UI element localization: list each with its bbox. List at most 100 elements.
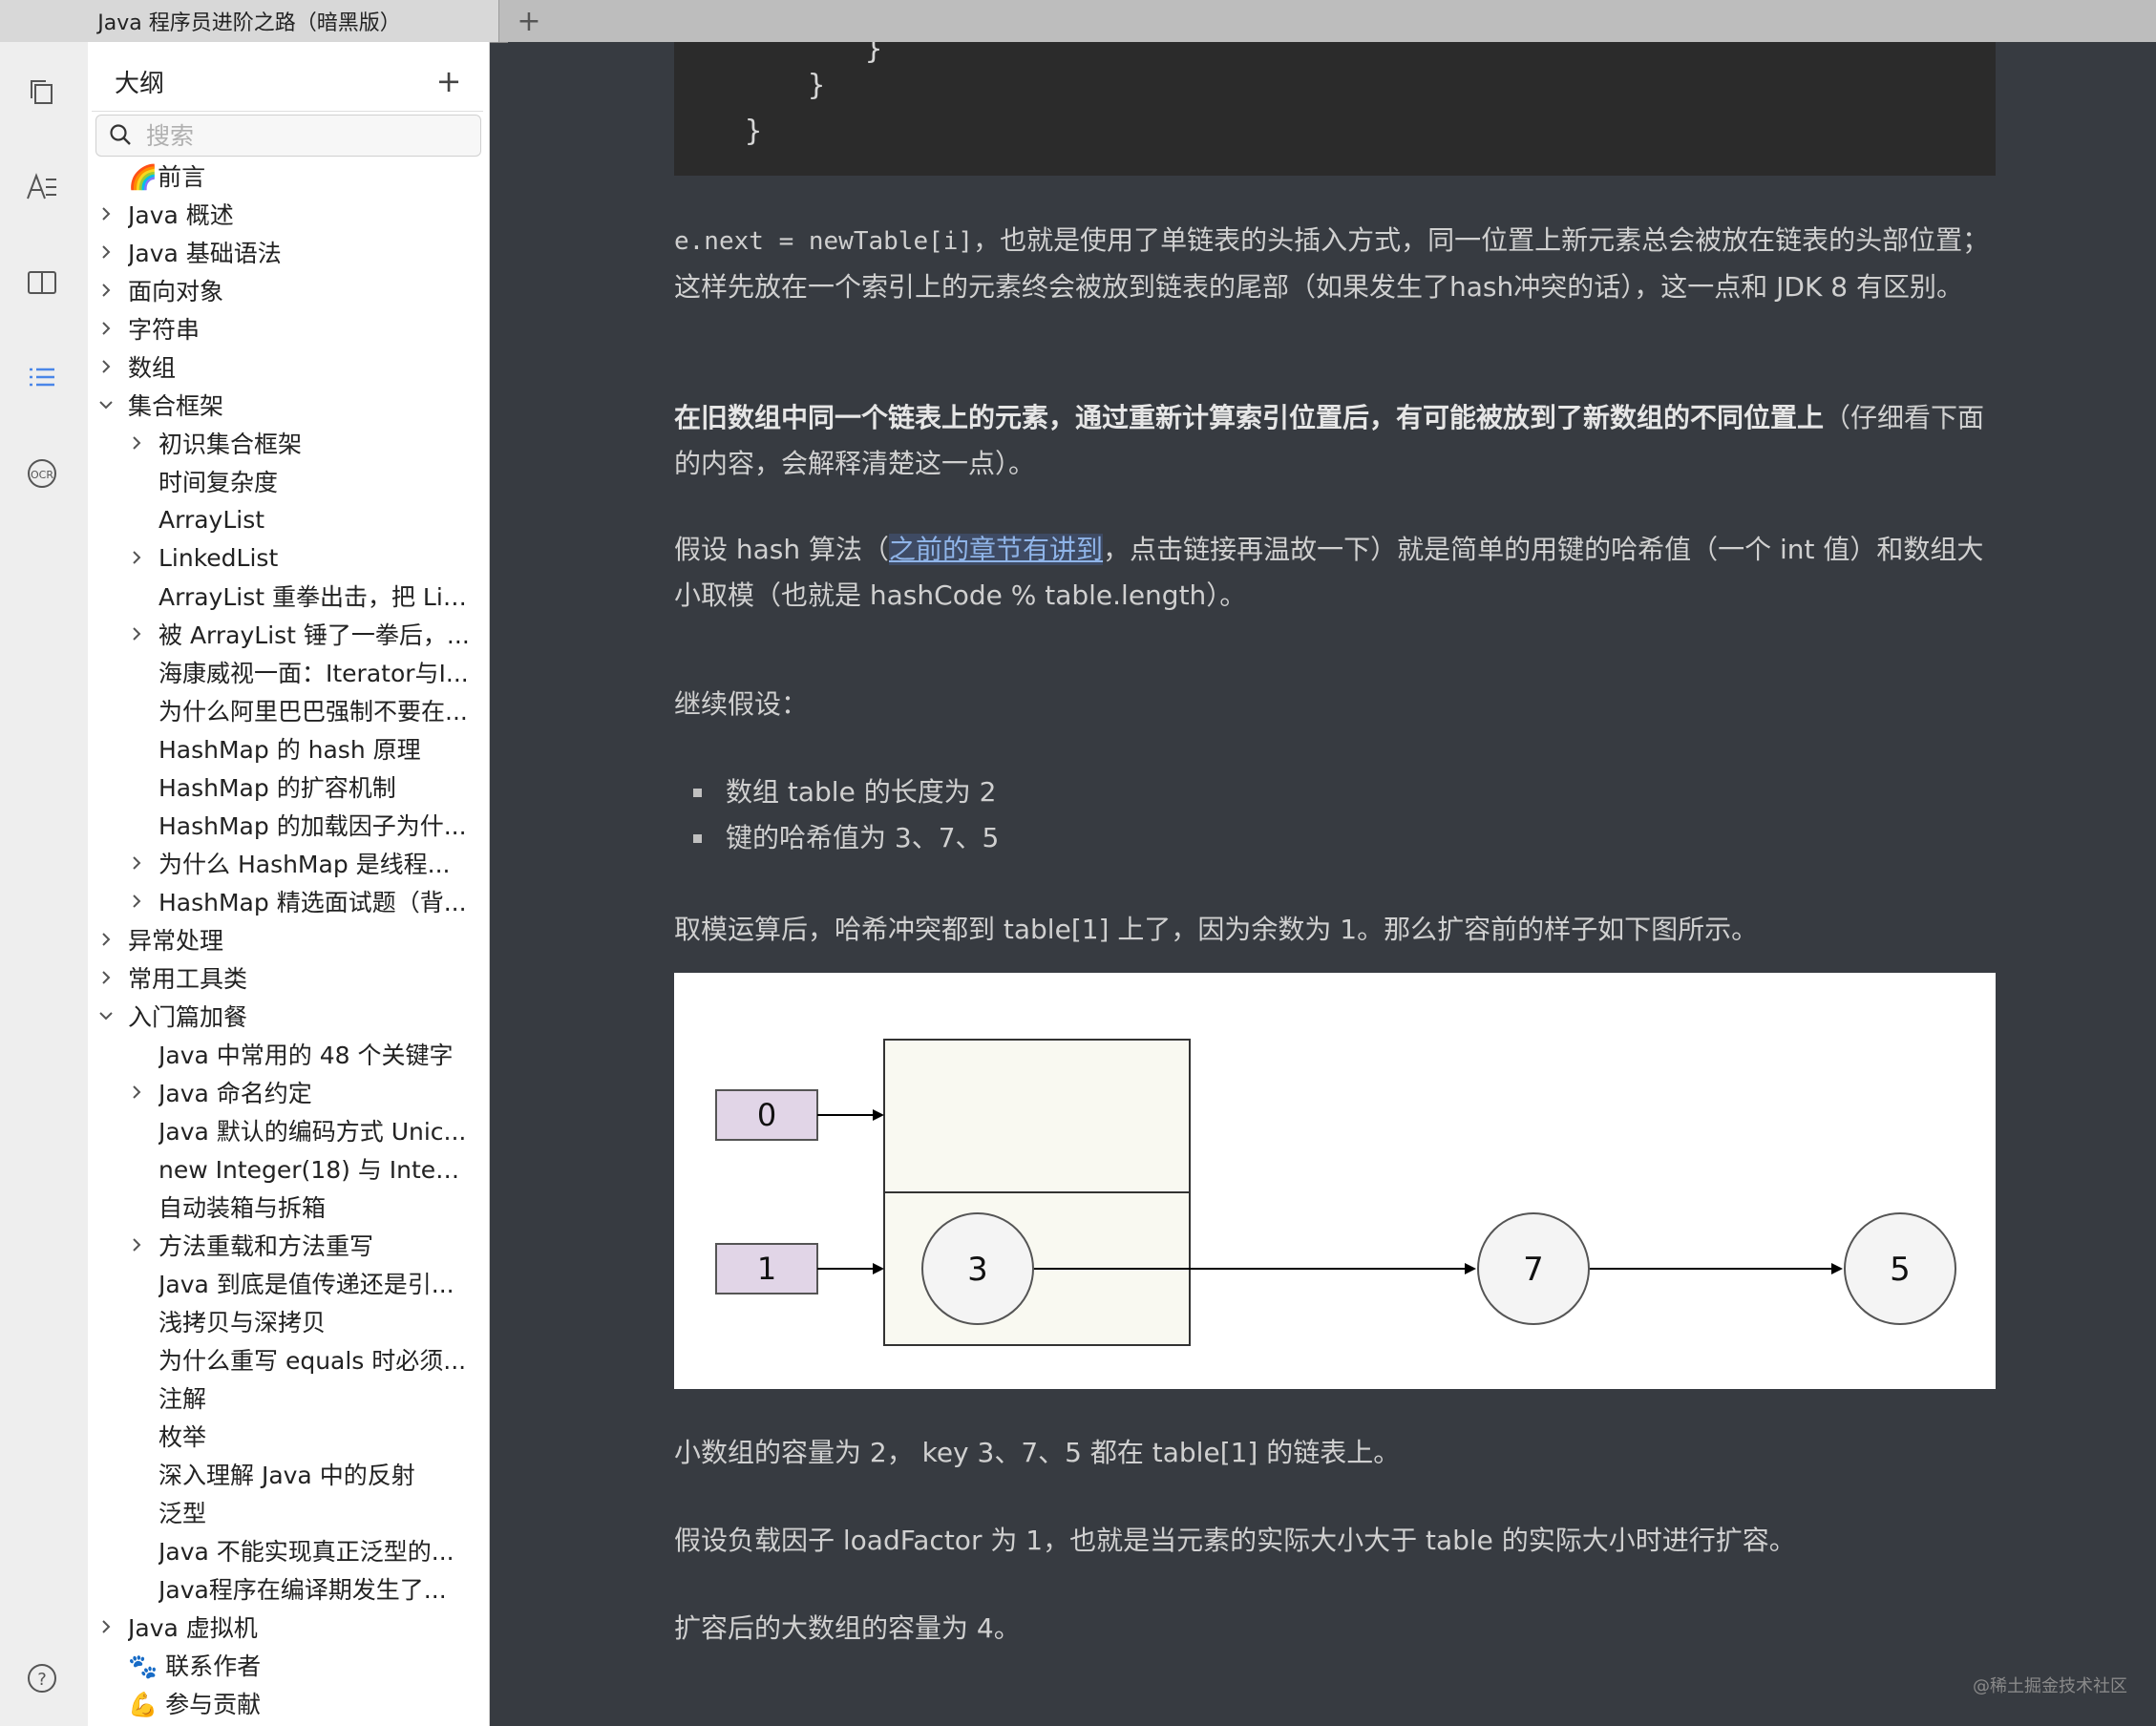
outline-item-label: 初识集合框架 [159,431,303,458]
outline-item[interactable]: 🌈前言 [88,157,489,195]
outline-item[interactable]: 方法重载和方法重写 [88,1226,489,1264]
font-icon[interactable] [19,164,65,210]
chevron-right-icon[interactable] [126,852,147,874]
outline-item[interactable]: Java 中常用的 48 个关键字 [88,1035,489,1073]
paragraph: 假设负载因子 loadFactor 为 1，也就是当元素的实际大小大于 tabl… [674,1525,1796,1556]
code-block: } } } [674,42,1996,176]
chevron-right-icon[interactable] [126,623,147,644]
new-tab-button[interactable]: + [506,4,552,38]
outline-item[interactable]: Java 不能实现真正泛型的... [88,1531,489,1569]
outline-item[interactable]: 自动装箱与拆箱 [88,1188,489,1226]
outline-item[interactable]: 浅拷贝与深拷贝 [88,1302,489,1340]
node-label: 3 [967,1251,988,1289]
chevron-right-icon[interactable] [95,1616,116,1637]
outline-item-label: 🌈前言 [128,163,206,191]
chevron-right-icon[interactable] [126,1234,147,1255]
chevron-down-icon[interactable] [95,1005,116,1026]
outline-item-label: 🐾 联系作者 [128,1652,262,1680]
outline-item[interactable]: new Integer(18) 与 Integer... [88,1149,489,1188]
outline-item-label: Java 命名约定 [159,1080,312,1107]
outline-item-label: HashMap 的加载因子为什... [159,812,467,840]
outline-item[interactable]: 时间复杂度 [88,462,489,500]
paragraph-text: 假设 hash 算法（ [674,534,890,565]
outline-item[interactable]: ArrayList 重拳出击，把 Lin... [88,577,489,615]
help-icon[interactable]: ? [19,1655,65,1701]
outline-item[interactable]: 字符串 [88,309,489,347]
ocr-icon[interactable]: OCR [19,451,65,496]
outline-item-label: ArrayList [159,505,265,534]
ocr-label: OCR [31,469,53,481]
paragraph: e.next = newTable[i]，也就是使用了单链表的头插入方式，同一位… [674,218,1996,310]
tab-document[interactable]: Java 程序员进阶之路（暗黑版） [0,0,499,42]
outline-item[interactable]: HashMap 的扩容机制 [88,768,489,806]
outline-item[interactable]: 入门篇加餐 [88,997,489,1035]
chevron-right-icon[interactable] [95,929,116,950]
outline-item[interactable]: HashMap 精选面试题（背... [88,882,489,920]
outline-item-label: 为什么重写 equals 时必须... [159,1347,467,1375]
outline-item[interactable]: 海康威视一面：Iterator与I... [88,653,489,691]
tab-bar: Java 程序员进阶之路（暗黑版） + [0,0,2156,43]
outline-item[interactable]: 💪 参与贡献 [88,1684,489,1722]
outline-item[interactable]: ArrayList [88,500,489,538]
outline-item[interactable]: 注解 [88,1379,489,1417]
outline-item-label: 海康威视一面：Iterator与I... [159,660,469,687]
outline-item-label: Java 虚拟机 [128,1614,258,1642]
outline-item[interactable]: Java 到底是值传递还是引... [88,1264,489,1302]
book-icon[interactable] [19,260,65,305]
chevron-down-icon[interactable] [95,394,116,415]
outline-add-button[interactable]: + [430,63,468,99]
outline-item-label: 浅拷贝与深拷贝 [159,1309,327,1337]
outline-item[interactable]: 为什么阿里巴巴强制不要在... [88,691,489,729]
outline-item[interactable]: Java 概述 [88,195,489,233]
bullet-list: 数组 table 的长度为 2 键的哈希值为 3、7、5 [674,769,1996,861]
outline-item[interactable]: HashMap 的加载因子为什... [88,806,489,844]
chevron-right-icon[interactable] [126,547,147,568]
outline-search [95,115,481,157]
outline-item-label: new Integer(18) 与 Integer... [159,1156,472,1184]
files-icon[interactable] [19,69,65,115]
chevron-right-icon[interactable] [95,242,116,263]
chevron-right-icon[interactable] [95,203,116,224]
search-input[interactable] [144,120,454,151]
chevron-right-icon[interactable] [95,967,116,988]
list-item: 键的哈希值为 3、7、5 [674,815,1996,861]
outline-item-label: 为什么阿里巴巴强制不要在... [159,698,468,726]
outline-item[interactable]: 面向对象 [88,271,489,309]
outline-item[interactable]: 初识集合框架 [88,424,489,462]
outline-item[interactable]: Java 虚拟机 [88,1608,489,1646]
chevron-right-icon[interactable] [126,891,147,912]
paragraph: 小数组的容量为 2， key 3、7、5 都在 table[1] 的链表上。 [674,1437,1401,1468]
bold-text: 在旧数组中同一个链表上的元素，通过重新计算索引位置后，有可能被放到了新数组的不同… [674,402,1825,433]
outline-item[interactable]: 异常处理 [88,920,489,958]
outline-item-label: ArrayList 重拳出击，把 Lin... [159,583,472,611]
bucket-0 [883,1039,1191,1193]
outline-item[interactable]: Java程序在编译期发生了... [88,1569,489,1608]
chevron-right-icon[interactable] [126,432,147,453]
outline-item[interactable]: Java 默认的编码方式 Unic... [88,1111,489,1149]
outline-item[interactable]: HashMap 的 hash 原理 [88,729,489,768]
outline-item-label: 异常处理 [128,927,224,955]
outline-item[interactable]: 泛型 [88,1493,489,1531]
outline-item[interactable]: 🐾 联系作者 [88,1646,489,1684]
outline-item-label: 自动装箱与拆箱 [159,1194,327,1222]
chevron-right-icon[interactable] [95,280,116,301]
chapter-link[interactable]: 之前的章节有讲到 [889,534,1104,565]
outline-list-icon[interactable] [19,355,65,401]
outline-item[interactable]: 枚举 [88,1417,489,1455]
outline-item-label: HashMap 精选面试题（背... [159,889,467,916]
outline-item[interactable]: 深入理解 Java 中的反射 [88,1455,489,1493]
outline-item[interactable]: 为什么重写 equals 时必须... [88,1340,489,1379]
outline-item[interactable]: 集合框架 [88,386,489,424]
outline-item[interactable]: 常用工具类 [88,958,489,997]
outline-item[interactable]: 数组 [88,347,489,386]
outline-item[interactable]: Java 基础语法 [88,233,489,271]
outline-item-label: 数组 [128,354,177,382]
outline-item-label: 注解 [159,1385,207,1413]
chevron-right-icon[interactable] [126,1082,147,1103]
chevron-right-icon[interactable] [95,356,116,377]
outline-item[interactable]: LinkedList [88,538,489,577]
chevron-right-icon[interactable] [95,318,116,339]
outline-item[interactable]: 被 ArrayList 锤了一拳后，... [88,615,489,653]
outline-item[interactable]: 为什么 HashMap 是线程... [88,844,489,882]
outline-item[interactable]: Java 命名约定 [88,1073,489,1111]
